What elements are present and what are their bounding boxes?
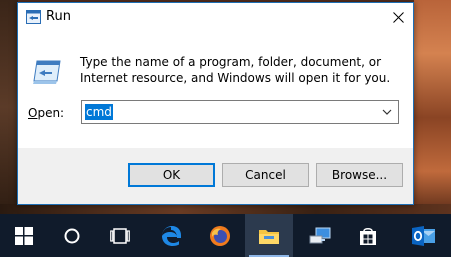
ok-button[interactable]: OK xyxy=(128,163,215,187)
firefox-icon xyxy=(210,225,230,246)
task-view-button[interactable] xyxy=(96,214,144,257)
edge-taskbar-button[interactable] xyxy=(147,214,195,257)
firefox-taskbar-button[interactable] xyxy=(196,214,244,257)
taskbar xyxy=(0,214,451,257)
dialog-description: Type the name of a program, folder, docu… xyxy=(80,55,391,85)
wallpaper-bottom-strip xyxy=(0,204,451,214)
wallpaper-right-strip xyxy=(414,0,451,214)
open-combobox[interactable]: cmd xyxy=(81,100,399,124)
close-icon xyxy=(393,12,404,23)
circle-search-icon xyxy=(64,228,80,243)
outlook-icon xyxy=(412,225,435,246)
folder-icon xyxy=(259,229,279,244)
dialog-content: Type the name of a program, folder, docu… xyxy=(18,32,413,148)
edge-icon xyxy=(162,225,181,246)
store-taskbar-button[interactable] xyxy=(344,214,392,257)
open-label: Open: xyxy=(28,106,64,120)
task-view-icon xyxy=(110,227,130,244)
file-explorer-taskbar-button[interactable] xyxy=(245,214,293,257)
store-bag-icon xyxy=(360,227,376,245)
cortana-search-button[interactable] xyxy=(48,214,96,257)
start-button[interactable] xyxy=(0,214,48,257)
run-app-icon xyxy=(26,10,41,24)
windows-logo-icon xyxy=(15,226,33,245)
dialog-footer: OK Cancel Browse... xyxy=(18,148,413,204)
run-dialog: Run Type the name of a program, folder, … xyxy=(17,2,414,205)
run-program-icon xyxy=(33,60,61,84)
wallpaper-left-strip xyxy=(0,0,18,214)
chevron-down-icon[interactable] xyxy=(380,105,394,119)
open-input-value[interactable]: cmd xyxy=(85,104,113,120)
dialog-title: Run xyxy=(46,9,71,24)
close-button[interactable] xyxy=(384,3,413,32)
network-taskbar-button[interactable] xyxy=(296,214,344,257)
title-bar[interactable]: Run xyxy=(18,3,413,32)
open-label-rest: pen: xyxy=(37,106,65,120)
browse-button[interactable]: Browse... xyxy=(316,163,403,187)
outlook-taskbar-button[interactable] xyxy=(400,214,448,257)
computer-icon xyxy=(309,227,331,243)
cancel-button[interactable]: Cancel xyxy=(222,163,309,187)
